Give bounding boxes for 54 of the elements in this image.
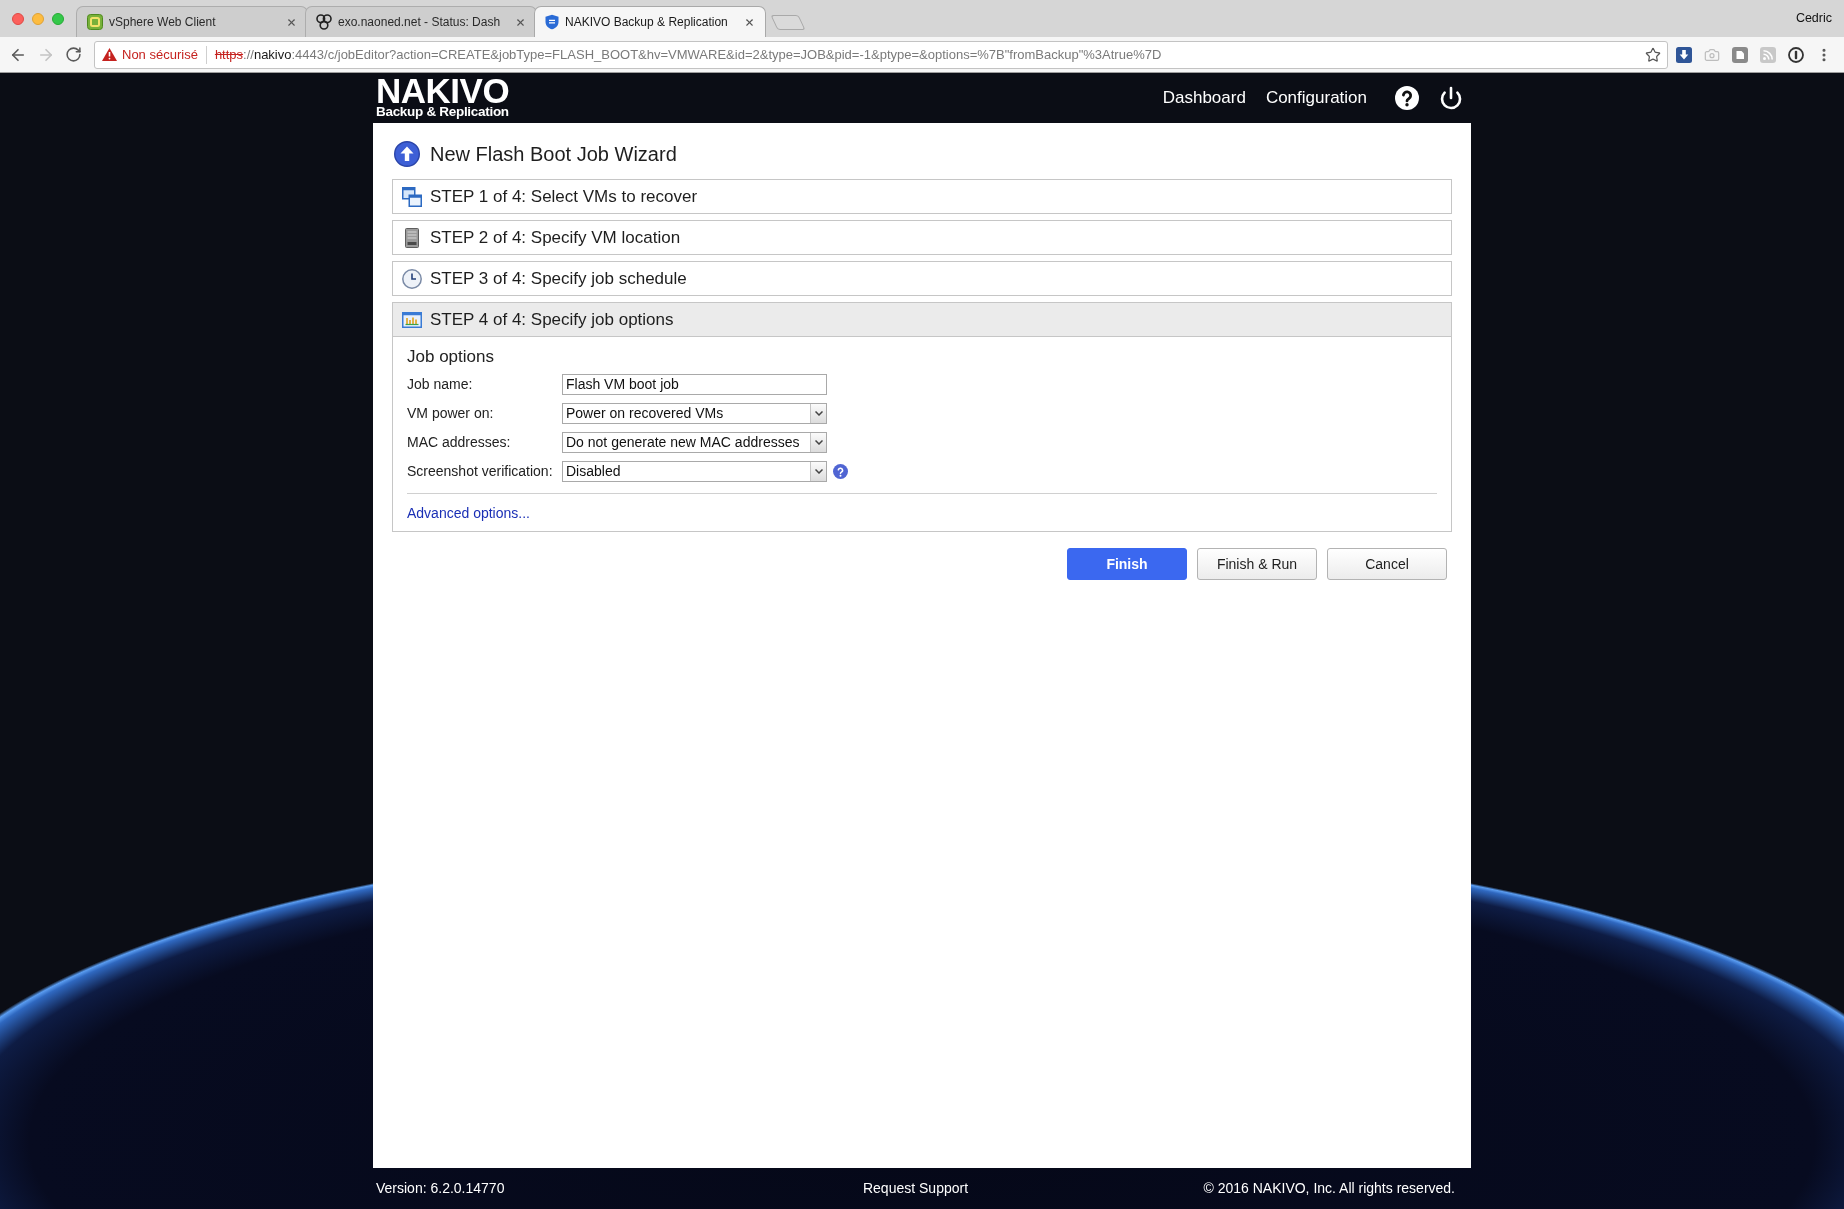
page-icon[interactable]	[1732, 46, 1748, 63]
field-label: VM power on:	[407, 404, 495, 423]
field-label: Job name:	[407, 375, 474, 394]
chart-window-icon	[402, 311, 422, 328]
power-icon[interactable]	[1439, 86, 1463, 110]
browser-tab[interactable]: vSphere Web Client	[76, 6, 308, 37]
step-header[interactable]: STEP 1 of 4: Select VMs to recover	[392, 179, 1452, 214]
wizard-button[interactable]: Finish & Run	[1197, 548, 1317, 580]
close-icon[interactable]	[744, 16, 755, 28]
bookmark-star-icon[interactable]	[1645, 46, 1661, 63]
shield-icon	[545, 14, 559, 30]
rings-icon	[316, 14, 332, 30]
chevron-down-icon	[814, 440, 823, 445]
nav-link[interactable]: Dashboard	[1162, 85, 1246, 111]
version-text: Version: 6.2.0.14770	[376, 1179, 505, 1198]
help-icon[interactable]	[1395, 86, 1419, 110]
step-header[interactable]: STEP 4 of 4: Specify job options	[393, 303, 1451, 337]
chevron-down-icon	[814, 411, 823, 416]
security-warning[interactable]: Non sécurisé	[122, 44, 198, 65]
text-field[interactable]: Flash VM boot job	[562, 374, 827, 395]
wizard-title: New Flash Boot Job Wizard	[430, 142, 677, 167]
address-bar[interactable]: Non sécurisé https://nakivo:4443/c/jobEditor?action=CREATE&jobType=FLASH_BOOT&hv=VMWARE&id=2&type=JOB&pid=-1&ptype=&options=%7B"fromBackup"%3Atrue%7D	[94, 40, 1668, 69]
close-window-button[interactable]	[12, 12, 24, 25]
logo-name: NAKIVO	[376, 77, 510, 105]
step-header[interactable]: STEP 3 of 4: Specify job schedule	[392, 261, 1452, 296]
request-support-link[interactable]: Request Support	[862, 1178, 969, 1199]
logo-tagline: Backup & Replication	[376, 105, 509, 119]
field-label: MAC addresses:	[407, 433, 512, 452]
tile-icon	[87, 14, 103, 30]
wizard-button[interactable]: Cancel	[1327, 548, 1447, 580]
close-icon[interactable]	[286, 16, 297, 28]
chevron-down-icon	[814, 469, 823, 474]
copyright-text: © 2016 NAKIVO, Inc. All rights reserved.	[1203, 1179, 1455, 1198]
advanced-options-link[interactable]: Advanced options...	[407, 505, 530, 521]
select-field[interactable]: Do not generate new MAC addresses	[562, 432, 827, 453]
field-label: Screenshot verification:	[407, 462, 554, 481]
warning-icon	[102, 48, 117, 61]
step-header[interactable]: STEP 2 of 4: Specify VM location	[392, 220, 1452, 255]
download-icon[interactable]	[1676, 46, 1692, 63]
profile-name[interactable]: Cedric	[1795, 9, 1844, 28]
circle-bar-icon[interactable]	[1788, 46, 1804, 63]
section-title: Job options	[407, 347, 495, 367]
select-field[interactable]: Disabled	[562, 461, 827, 482]
server-icon	[405, 227, 419, 248]
close-icon[interactable]	[515, 16, 526, 28]
wizard-button[interactable]: Finish	[1067, 548, 1187, 580]
nav-link[interactable]: Configuration	[1265, 85, 1367, 111]
browser-tab[interactable]: NAKIVO Backup & Replication	[534, 6, 766, 37]
select-field[interactable]: Power on recovered VMs	[562, 403, 827, 424]
url-text[interactable]: https://nakivo:4443/c/jobEditor?action=CREATE&jobType=FLASH_BOOT&hv=VMWARE&id=2&type=JOB&pid=-1&ptype=&options=%7B"fromBackup"%3Atrue%7D	[214, 44, 1162, 65]
reload-icon[interactable]	[65, 46, 82, 63]
clock-icon	[402, 268, 422, 289]
browser-tab[interactable]: exo.naoned.net - Status: Dash	[305, 6, 537, 37]
windows-icon	[402, 186, 422, 207]
